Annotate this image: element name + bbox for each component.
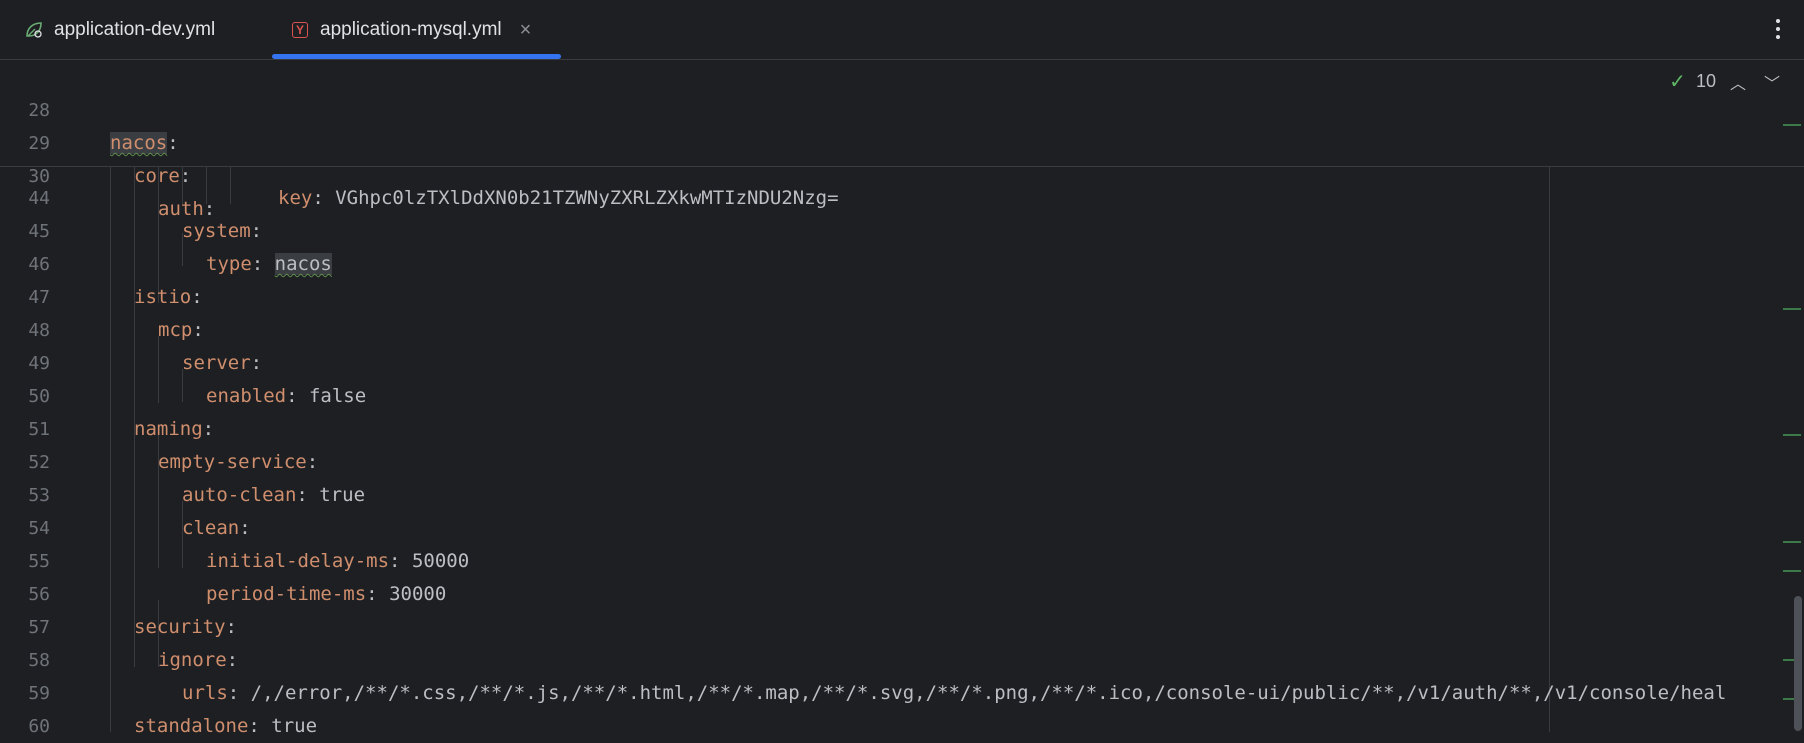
line-number: 49 (28, 353, 50, 374)
yaml-value: false (308, 385, 367, 407)
yaml-key: empty-service (158, 451, 307, 473)
code-line[interactable]: 59 urls: /,/error,/**/*.css,/**/*.js,/**/… (0, 677, 1780, 710)
code-line[interactable]: 52 empty-service: (0, 446, 1780, 479)
yaml-key: key (278, 187, 313, 209)
tab-application-mysql-yml[interactable]: Y application-mysql.yml × (290, 0, 531, 60)
code-line[interactable]: 56 period-time-ms: 30000 (0, 578, 1780, 611)
tab-label: application-mysql.yml (320, 19, 502, 40)
line-number: 47 (28, 287, 50, 308)
code-line[interactable]: 48 mcp: (0, 314, 1780, 347)
line-number: 56 (28, 584, 50, 605)
inspection-widget[interactable]: ✓ 10 ︿ ﹀ (1669, 69, 1784, 94)
previous-highlight-icon[interactable]: ︿ (1726, 70, 1750, 94)
code-line[interactable]: 44 key: VGhpc0lzTXlDdXN0b21TZWNyZXRLZXkwM… (0, 182, 1780, 215)
line-number: 54 (28, 518, 50, 539)
yaml-value: /,/error,/**/*.css,/**/*.js,/**/*.html,/… (250, 682, 1727, 704)
yaml-key: auth (158, 198, 204, 220)
yaml-value: VGhpc0lzTXlDdXN0b21TZWNyZXRLZXkwMTIzNDU2… (335, 187, 839, 209)
yaml-icon: Y (290, 20, 310, 40)
active-tab-indicator (272, 54, 561, 59)
yaml-key: core (134, 165, 180, 187)
inspection-count: 10 (1695, 71, 1716, 91)
code-line[interactable]: 45 system: (0, 215, 1780, 248)
error-stripe[interactable] (1780, 61, 1804, 732)
tab-application-dev-yml[interactable]: application-dev.yml (24, 0, 215, 60)
yaml-key: clean (182, 517, 240, 539)
yaml-value: true (319, 484, 366, 506)
yaml-key: initial-delay-ms (206, 550, 390, 572)
change-marker[interactable] (1783, 434, 1801, 436)
line-number: 52 (28, 452, 50, 473)
close-icon[interactable]: × (520, 19, 532, 42)
yaml-key: period-time-ms (206, 583, 367, 605)
line-number: 53 (28, 485, 50, 506)
line-number: 59 (28, 683, 50, 704)
yaml-value: 50000 (411, 550, 470, 572)
yaml-key: server (182, 352, 251, 374)
yaml-key: naming (134, 418, 203, 440)
code-line[interactable]: 50 enabled: false (0, 380, 1780, 413)
yaml-key: mcp (158, 319, 193, 341)
code-line[interactable]: 28 nacos: (0, 61, 1780, 154)
line-number: 55 (28, 551, 50, 572)
code-line[interactable]: 49 server: (0, 347, 1780, 380)
code-line[interactable]: 55 initial-delay-ms: 50000 (0, 545, 1780, 578)
yaml-value: true (271, 715, 318, 737)
line-number: 58 (28, 650, 50, 671)
change-marker[interactable] (1783, 541, 1801, 543)
spring-leaf-icon (24, 20, 44, 40)
scrollbar-thumb[interactable] (1794, 596, 1802, 731)
yaml-key: auto-clean (182, 484, 297, 506)
line-number: 51 (28, 419, 50, 440)
tab-label: application-dev.yml (54, 19, 216, 40)
yaml-key: urls (182, 682, 228, 704)
change-marker[interactable] (1783, 124, 1801, 126)
yaml-key: security (134, 616, 226, 638)
line-number: 48 (28, 320, 50, 341)
change-marker[interactable] (1783, 308, 1801, 310)
code-line[interactable]: 51 naming: (0, 413, 1780, 446)
check-icon: ✓ (1669, 71, 1686, 93)
code-line[interactable]: 29 core: (0, 94, 1780, 187)
code-line[interactable]: 54 clean: (0, 512, 1780, 545)
more-options-icon[interactable] (1768, 14, 1788, 44)
code-line[interactable]: 57 security: (0, 611, 1780, 644)
code-editor[interactable]: 28 nacos: 29 core: 30 auth: ✓ 10 ︿ ﹀ 44 k… (0, 61, 1804, 737)
line-number: 50 (28, 386, 50, 407)
code-line[interactable]: 53 auto-clean: true (0, 479, 1780, 512)
yaml-value: 30000 (389, 583, 447, 605)
yaml-value: nacos (274, 253, 332, 275)
code-line[interactable]: 47 istio: (0, 281, 1780, 314)
yaml-key: enabled (206, 385, 287, 407)
editor-tab-bar: application-dev.yml Y application-mysql.… (0, 0, 1804, 60)
code-line[interactable]: 58 ignore: (0, 644, 1780, 677)
code-line[interactable]: 30 auth: (0, 127, 1780, 220)
line-number: 30 (28, 166, 50, 187)
yaml-key: type (206, 253, 252, 275)
line-number: 57 (28, 617, 50, 638)
code-line[interactable]: 46 type: nacos (0, 248, 1780, 281)
yaml-key: istio (134, 286, 192, 308)
line-number: 60 (28, 716, 50, 737)
change-marker[interactable] (1783, 570, 1801, 572)
yaml-key: ignore (158, 649, 227, 671)
code-line[interactable]: 60 standalone: true (0, 710, 1780, 743)
sticky-scroll-header[interactable]: 28 nacos: 29 core: 30 auth: (0, 61, 1804, 220)
yaml-key: standalone (134, 715, 249, 737)
